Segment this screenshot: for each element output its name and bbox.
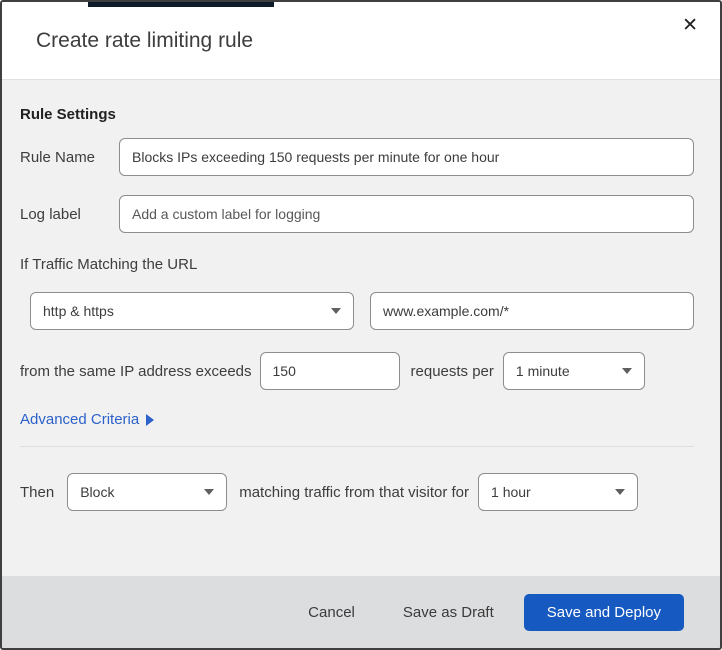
log-label-row: Log label (20, 195, 694, 233)
action-select[interactable]: Block (67, 473, 228, 511)
save-as-draft-button[interactable]: Save as Draft (403, 604, 494, 621)
close-icon[interactable]: ✕ (682, 16, 698, 35)
url-pattern-input[interactable] (370, 292, 694, 330)
action-select-value: Block (80, 484, 115, 500)
threshold-prefix-text: from the same IP address exceeds (20, 362, 252, 380)
save-and-deploy-button[interactable]: Save and Deploy (523, 593, 684, 631)
period-select[interactable]: 1 minute (502, 352, 645, 390)
scheme-select[interactable]: http & https (30, 292, 354, 330)
advanced-criteria-label: Advanced Criteria (20, 411, 140, 428)
advanced-criteria-link[interactable]: Advanced Criteria (20, 411, 155, 428)
traffic-match-heading: If Traffic Matching the URL (20, 256, 198, 273)
rule-name-label: Rule Name (20, 148, 96, 166)
dialog-header: Create rate limiting rule ✕ (2, 2, 720, 80)
log-label-input[interactable] (119, 195, 694, 233)
rate-limit-dialog: Create rate limiting rule ✕ Rule Setting… (0, 0, 722, 650)
dialog-footer: Cancel Save as Draft Save and Deploy (2, 576, 720, 648)
requests-count-input[interactable] (259, 352, 400, 390)
section-divider (20, 446, 694, 447)
then-row: Then Block matching traffic from that vi… (20, 473, 694, 511)
arrow-right-icon (146, 413, 155, 426)
period-select-value: 1 minute (515, 363, 570, 379)
rule-name-row: Rule Name (20, 138, 694, 176)
scheme-select-value: http & https (43, 303, 114, 319)
log-label-label: Log label (20, 205, 81, 223)
chevron-down-icon (621, 368, 632, 374)
page-title: Create rate limiting rule (36, 28, 254, 52)
duration-select-value: 1 hour (491, 484, 531, 500)
dialog-body: Rule Settings Rule Name Log label If Tra… (2, 80, 720, 576)
duration-select[interactable]: 1 hour (478, 473, 639, 511)
rule-settings-heading: Rule Settings (20, 106, 116, 123)
rule-name-input[interactable] (119, 138, 694, 176)
then-label: Then (20, 483, 55, 501)
threshold-row: from the same IP address exceeds request… (20, 352, 694, 390)
url-match-row: http & https (30, 292, 694, 330)
chevron-down-icon (331, 308, 341, 314)
background-page-sliver (88, 2, 274, 7)
then-middle-text: matching traffic from that visitor for (239, 483, 470, 501)
chevron-down-icon (615, 489, 626, 495)
cancel-button[interactable]: Cancel (308, 604, 355, 621)
chevron-down-icon (204, 489, 215, 495)
requests-per-text: requests per (410, 362, 494, 380)
